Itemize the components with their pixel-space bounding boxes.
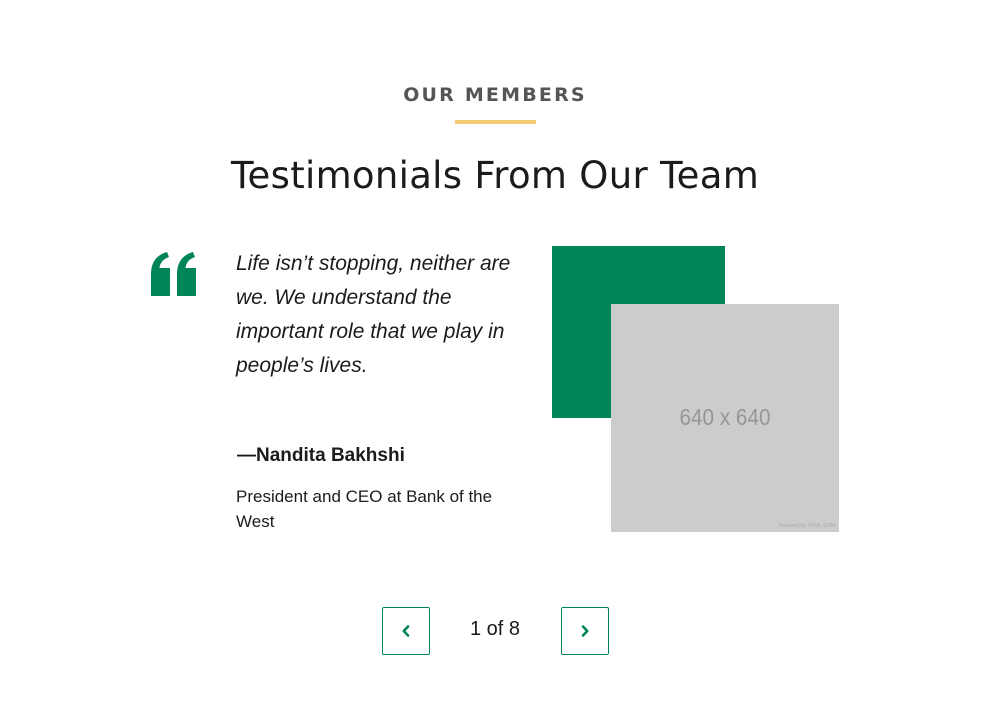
placeholder-size-label: 640 x 640: [679, 404, 771, 430]
chevron-right-icon: [581, 625, 589, 637]
placeholder-credit: Powered by: HTML.COM: [779, 523, 835, 529]
author-photo-placeholder: 640 x 640 Powered by: HTML.COM: [611, 304, 839, 532]
testimonial-quote: Life isn’t stopping, neither are we. We …: [236, 252, 511, 377]
testimonial-author-role: President and CEO at Bank of the West: [236, 487, 493, 531]
chevron-left-icon: [402, 625, 410, 637]
next-testimonial-button[interactable]: [561, 607, 609, 655]
section-title: Testimonials From Our Team: [230, 154, 760, 197]
pagination-status: 1 of 8: [469, 618, 521, 640]
section-eyebrow: OUR MEMBERS: [403, 84, 587, 106]
quote-mark-icon: [151, 252, 196, 296]
previous-testimonial-button[interactable]: [382, 607, 430, 655]
testimonial-author: —Nandita Bakhshi: [237, 445, 405, 466]
eyebrow-underline: [455, 120, 536, 124]
